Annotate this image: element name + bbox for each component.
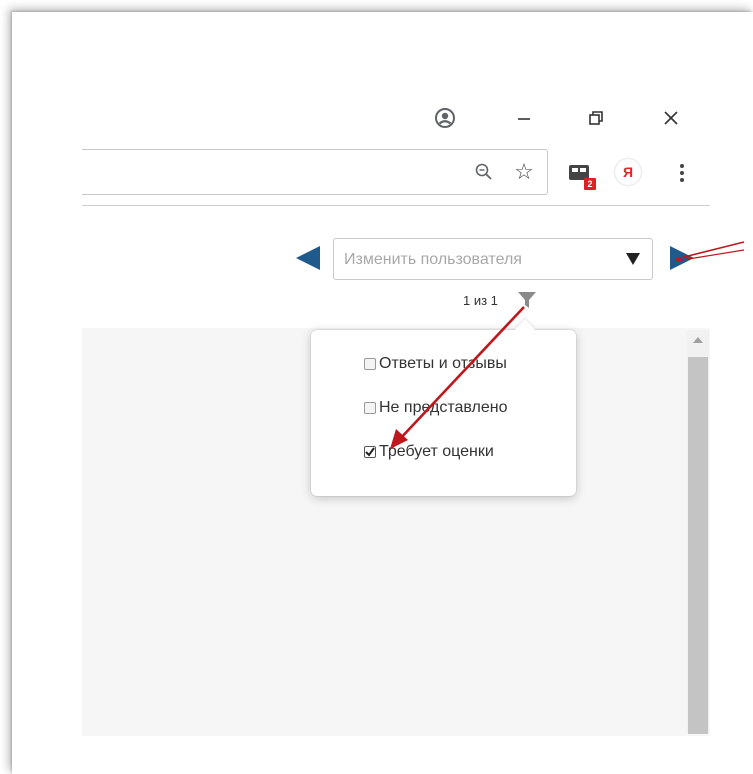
previous-user-icon[interactable] <box>294 245 322 271</box>
filter-option-label: Требует оценки <box>379 443 494 460</box>
checkbox-checked[interactable] <box>364 446 376 458</box>
checkbox[interactable] <box>364 358 376 370</box>
restore-icon[interactable] <box>582 104 610 132</box>
account-circle-icon[interactable] <box>431 104 459 132</box>
filter-option-needs-grading[interactable]: Требует оценки <box>364 443 494 461</box>
user-select-placeholder: Изменить пользователя <box>344 251 522 268</box>
scroll-up-icon[interactable] <box>692 336 704 344</box>
zoom-icon[interactable] <box>470 158 498 186</box>
check-icon <box>365 447 375 457</box>
filter-popover: Ответы и отзывы Не представлено Требует … <box>311 319 576 496</box>
filter-icon[interactable] <box>517 290 537 310</box>
address-bar[interactable]: ☆ <box>82 149 548 195</box>
yandex-icon[interactable]: Я <box>615 159 641 185</box>
filter-option-responses[interactable]: Ответы и отзывы <box>364 355 507 373</box>
next-user-icon[interactable] <box>668 245 696 271</box>
toolbar-divider <box>82 205 710 206</box>
chevron-down-icon <box>626 253 640 265</box>
minimize-icon[interactable] <box>510 104 538 132</box>
star-icon[interactable]: ☆ <box>510 158 538 186</box>
filter-option-label: Ответы и отзывы <box>379 355 507 372</box>
scrollbar-thumb[interactable] <box>688 357 708 734</box>
checkbox[interactable] <box>364 402 376 414</box>
extension-badge: 2 <box>584 178 596 190</box>
close-icon[interactable] <box>657 104 685 132</box>
more-vert-icon[interactable] <box>670 160 694 186</box>
pager-text: 1 из 1 <box>463 293 498 308</box>
change-user-select[interactable]: Изменить пользователя <box>333 238 653 280</box>
filter-option-label: Не представлено <box>379 399 508 416</box>
filter-option-not-submitted[interactable]: Не представлено <box>364 399 508 417</box>
